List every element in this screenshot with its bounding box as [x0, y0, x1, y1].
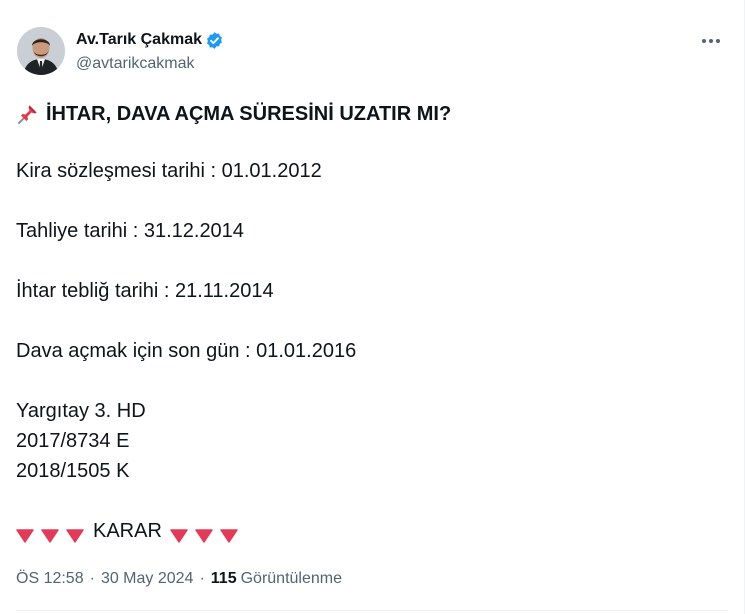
- more-options-icon[interactable]: [700, 30, 722, 52]
- author-handle[interactable]: @avtarikcakmak: [76, 54, 224, 74]
- pushpin-icon: [16, 102, 40, 126]
- tweet-date[interactable]: 30 May 2024: [101, 569, 194, 589]
- tweet-time[interactable]: ÖS 12:58: [16, 569, 84, 589]
- author-block: Av.Tarık Çakmak @avtarikcakmak: [76, 30, 224, 74]
- red-down-triangle-icon: [16, 523, 34, 543]
- text-line: Dava açmak için son gün : 01.01.2016: [16, 340, 357, 362]
- karar-label: KARAR: [93, 520, 162, 542]
- red-down-triangle-icon: [170, 523, 188, 543]
- red-down-triangle-icon: [41, 523, 59, 543]
- meta-separator: ·: [89, 570, 95, 587]
- text-line: 2018/1505 K: [16, 460, 130, 482]
- text-line: 2017/8734 E: [16, 430, 130, 452]
- red-down-triangle-icon: [220, 523, 238, 543]
- red-down-triangle-icon: [195, 523, 213, 543]
- author-name[interactable]: Av.Tarık Çakmak: [76, 30, 202, 50]
- tweet-meta: ÖS 12:58 · 30 May 2024 · 115 Görüntülenm…: [16, 569, 342, 589]
- red-down-triangle-icon: [66, 523, 84, 543]
- divider: [16, 610, 728, 611]
- avatar[interactable]: [17, 27, 65, 75]
- text-line: İhtar tebliğ tarihi : 21.11.2014: [16, 280, 274, 302]
- text-line: Tahliye tarihi : 31.12.2014: [16, 220, 244, 242]
- views-count[interactable]: 115: [211, 569, 237, 589]
- profile-photo: [17, 27, 65, 75]
- text-line: Yargıtay 3. HD: [16, 400, 146, 422]
- meta-separator: ·: [199, 570, 205, 587]
- verified-badge-icon[interactable]: [205, 31, 224, 50]
- views-label[interactable]: Görüntülenme: [241, 569, 342, 589]
- tweet-title-line: İHTAR, DAVA AÇMA SÜRESİNİ UZATIR MI?: [16, 99, 451, 129]
- tweet: Av.Tarık Çakmak @avtarikcakmak İHTAR, DA…: [0, 0, 745, 614]
- text-line: Kira sözleşmesi tarihi : 01.01.2012: [16, 160, 322, 182]
- karar-line: KARAR: [16, 516, 245, 546]
- tweet-title: İHTAR, DAVA AÇMA SÜRESİNİ UZATIR MI?: [46, 103, 452, 125]
